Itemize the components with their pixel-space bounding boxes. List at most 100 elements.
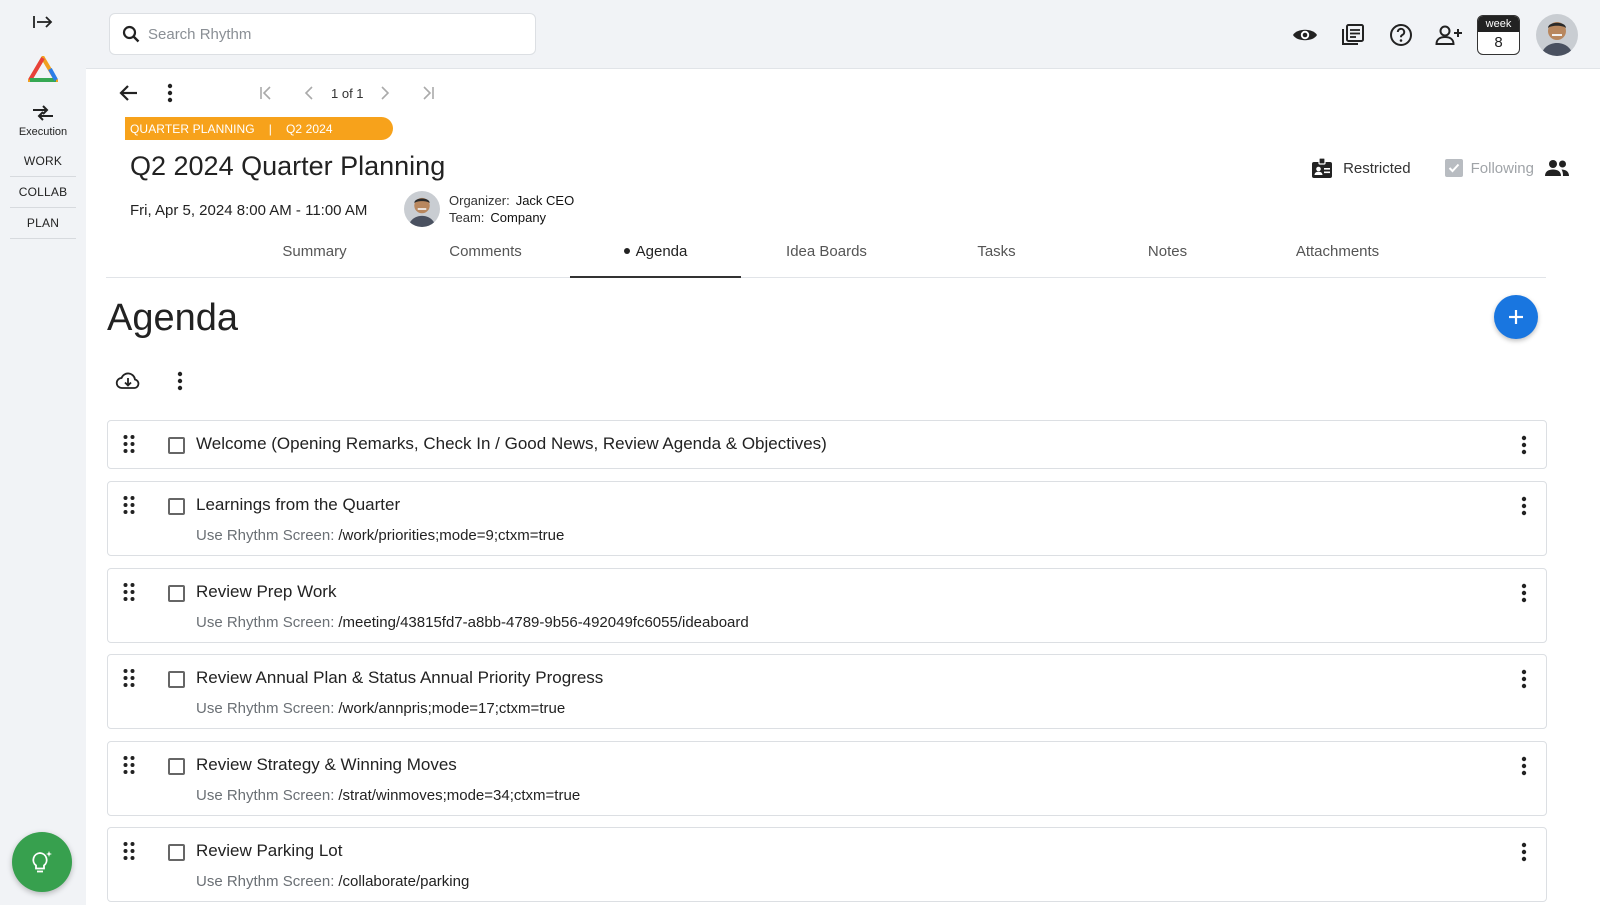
restricted-label: Restricted bbox=[1343, 159, 1411, 177]
back-arrow-icon[interactable] bbox=[114, 79, 142, 107]
organizer-text: Organizer: Jack CEO Team: Company bbox=[449, 192, 574, 226]
left-sidebar: Execution WORK COLLAB PLAN bbox=[0, 0, 86, 905]
screen-label: Use Rhythm Screen: bbox=[196, 787, 335, 804]
drag-handle-icon[interactable] bbox=[122, 841, 138, 861]
more-vert-icon[interactable] bbox=[156, 79, 184, 107]
team-name: Company bbox=[490, 210, 547, 225]
agenda-item[interactable]: Review Annual Plan & Status Annual Prior… bbox=[107, 654, 1547, 729]
screen-label: Use Rhythm Screen: bbox=[196, 527, 335, 544]
next-page-icon[interactable] bbox=[371, 79, 399, 107]
agenda-item-screen: Use Rhythm Screen:/collaborate/parking bbox=[196, 873, 469, 890]
check-icon bbox=[1444, 159, 1463, 177]
following-label: Following bbox=[1470, 159, 1534, 177]
agenda-item[interactable]: Review Parking Lot Use Rhythm Screen:/col… bbox=[107, 827, 1547, 902]
top-bar: week 8 bbox=[86, 0, 1600, 69]
main-panel: 1 of 1 QUARTER PLANNING | Q2 2024 Q2 202… bbox=[86, 69, 1600, 905]
drag-handle-icon[interactable] bbox=[122, 434, 138, 454]
agenda-more-vert-icon[interactable] bbox=[166, 367, 194, 395]
tab-tasks[interactable]: Tasks bbox=[911, 237, 1082, 278]
top-icons: week 8 bbox=[1281, 0, 1600, 69]
previous-page-icon[interactable] bbox=[295, 79, 323, 107]
add-agenda-item-button[interactable] bbox=[1494, 295, 1538, 339]
item-more-vert-icon[interactable] bbox=[1512, 754, 1536, 778]
tab-notes[interactable]: Notes bbox=[1082, 237, 1253, 278]
meeting-date: Fri, Apr 5, 2024 8:00 AM - 11:00 AM bbox=[130, 202, 368, 219]
lightbulb-icon bbox=[32, 851, 52, 873]
agenda-item-title: Review Parking Lot bbox=[196, 841, 343, 860]
restricted-toggle[interactable]: Restricted bbox=[1311, 157, 1411, 179]
agenda-item-title: Review Prep Work bbox=[196, 582, 337, 601]
drag-handle-icon[interactable] bbox=[122, 755, 138, 775]
screen-path[interactable]: /collaborate/parking bbox=[338, 873, 469, 890]
screen-label: Use Rhythm Screen: bbox=[196, 700, 335, 717]
eye-icon[interactable] bbox=[1281, 15, 1329, 55]
following-checkbox[interactable]: Following bbox=[1444, 159, 1534, 177]
team-label: Team: bbox=[449, 210, 485, 225]
drag-handle-icon[interactable] bbox=[122, 495, 138, 515]
first-page-icon[interactable] bbox=[252, 79, 280, 107]
sidebar-item-plan[interactable]: PLAN bbox=[10, 208, 76, 239]
help-icon[interactable] bbox=[1377, 15, 1425, 55]
execution-button[interactable]: Execution bbox=[19, 104, 67, 138]
agenda-tools bbox=[114, 367, 218, 395]
item-more-vert-icon[interactable] bbox=[1512, 433, 1536, 457]
participants-icon[interactable] bbox=[1544, 159, 1570, 177]
agenda-item[interactable]: Review Prep Work Use Rhythm Screen:/meeti… bbox=[107, 568, 1547, 643]
expand-sidebar-icon[interactable] bbox=[23, 10, 63, 34]
user-avatar[interactable] bbox=[1536, 13, 1578, 56]
agenda-item-checkbox[interactable] bbox=[168, 758, 185, 775]
rhythm-logo[interactable] bbox=[23, 54, 63, 84]
tab-attachments[interactable]: Attachments bbox=[1252, 237, 1423, 278]
search-box bbox=[109, 13, 536, 55]
item-more-vert-icon[interactable] bbox=[1512, 667, 1536, 691]
agenda-item-title: Review Annual Plan & Status Annual Prior… bbox=[196, 668, 604, 687]
tab-summary[interactable]: Summary bbox=[229, 237, 400, 278]
meeting-tabs: Summary Comments Agenda Idea Boards Task… bbox=[106, 237, 1546, 278]
organizer-name: Jack CEO bbox=[515, 193, 575, 208]
screen-path[interactable]: /meeting/43815fd7-a8bb-4789-9b56-492049f… bbox=[338, 614, 748, 631]
agenda-heading: Agenda bbox=[107, 297, 239, 339]
agenda-item-checkbox[interactable] bbox=[168, 437, 185, 454]
library-books-icon[interactable] bbox=[1329, 15, 1377, 55]
tab-idea-boards[interactable]: Idea Boards bbox=[741, 237, 912, 278]
item-more-vert-icon[interactable] bbox=[1512, 494, 1536, 518]
item-more-vert-icon[interactable] bbox=[1512, 581, 1536, 605]
arrows-exchange-icon bbox=[33, 105, 53, 121]
week-calendar-badge[interactable]: week 8 bbox=[1477, 14, 1520, 55]
agenda-item-checkbox[interactable] bbox=[168, 671, 185, 688]
pager-text: 1 of 1 bbox=[331, 86, 364, 101]
add-person-icon[interactable] bbox=[1425, 15, 1473, 55]
screen-path[interactable]: /work/annpris;mode=17;ctxm=true bbox=[338, 700, 565, 717]
search-icon bbox=[122, 25, 140, 43]
drag-handle-icon[interactable] bbox=[122, 582, 138, 602]
sidebar-item-work[interactable]: WORK bbox=[10, 146, 76, 177]
ideas-lightbulb-button[interactable] bbox=[12, 832, 72, 892]
agenda-item[interactable]: Review Strategy & Winning Moves Use Rhyth… bbox=[107, 741, 1547, 816]
cloud-download-icon[interactable] bbox=[114, 367, 142, 395]
agenda-item-screen: Use Rhythm Screen:/strat/winmoves;mode=3… bbox=[196, 787, 580, 804]
meeting-period-label: Q2 2024 bbox=[285, 121, 333, 136]
sidebar-item-collab[interactable]: COLLAB bbox=[10, 177, 76, 208]
screen-label: Use Rhythm Screen: bbox=[196, 873, 335, 890]
last-page-icon[interactable] bbox=[414, 79, 442, 107]
agenda-item-checkbox[interactable] bbox=[168, 844, 185, 861]
agenda-item-title: Welcome (Opening Remarks, Check In / Goo… bbox=[196, 434, 827, 453]
meeting-type-label: QUARTER PLANNING bbox=[130, 121, 255, 136]
meeting-status-area: Restricted Following bbox=[1311, 157, 1570, 179]
drag-handle-icon[interactable] bbox=[122, 668, 138, 688]
agenda-item[interactable]: Learnings from the Quarter Use Rhythm Scr… bbox=[107, 481, 1547, 556]
meeting-toolbar: 1 of 1 bbox=[86, 69, 1600, 115]
agenda-item-checkbox[interactable] bbox=[168, 498, 185, 515]
search-input[interactable] bbox=[148, 25, 508, 43]
agenda-item-title: Review Strategy & Winning Moves bbox=[196, 755, 457, 774]
agenda-item-checkbox[interactable] bbox=[168, 585, 185, 602]
tab-agenda[interactable]: Agenda bbox=[570, 237, 741, 278]
screen-path[interactable]: /work/priorities;mode=9;ctxm=true bbox=[338, 527, 564, 544]
organizer-info: Organizer: Jack CEO Team: Company bbox=[404, 191, 574, 227]
agenda-item[interactable]: Welcome (Opening Remarks, Check In / Goo… bbox=[107, 420, 1547, 469]
tab-comments[interactable]: Comments bbox=[400, 237, 571, 278]
agenda-item-title: Learnings from the Quarter bbox=[196, 495, 401, 514]
sidebar-nav: WORK COLLAB PLAN bbox=[10, 146, 76, 239]
screen-path[interactable]: /strat/winmoves;mode=34;ctxm=true bbox=[338, 787, 580, 804]
item-more-vert-icon[interactable] bbox=[1512, 840, 1536, 864]
